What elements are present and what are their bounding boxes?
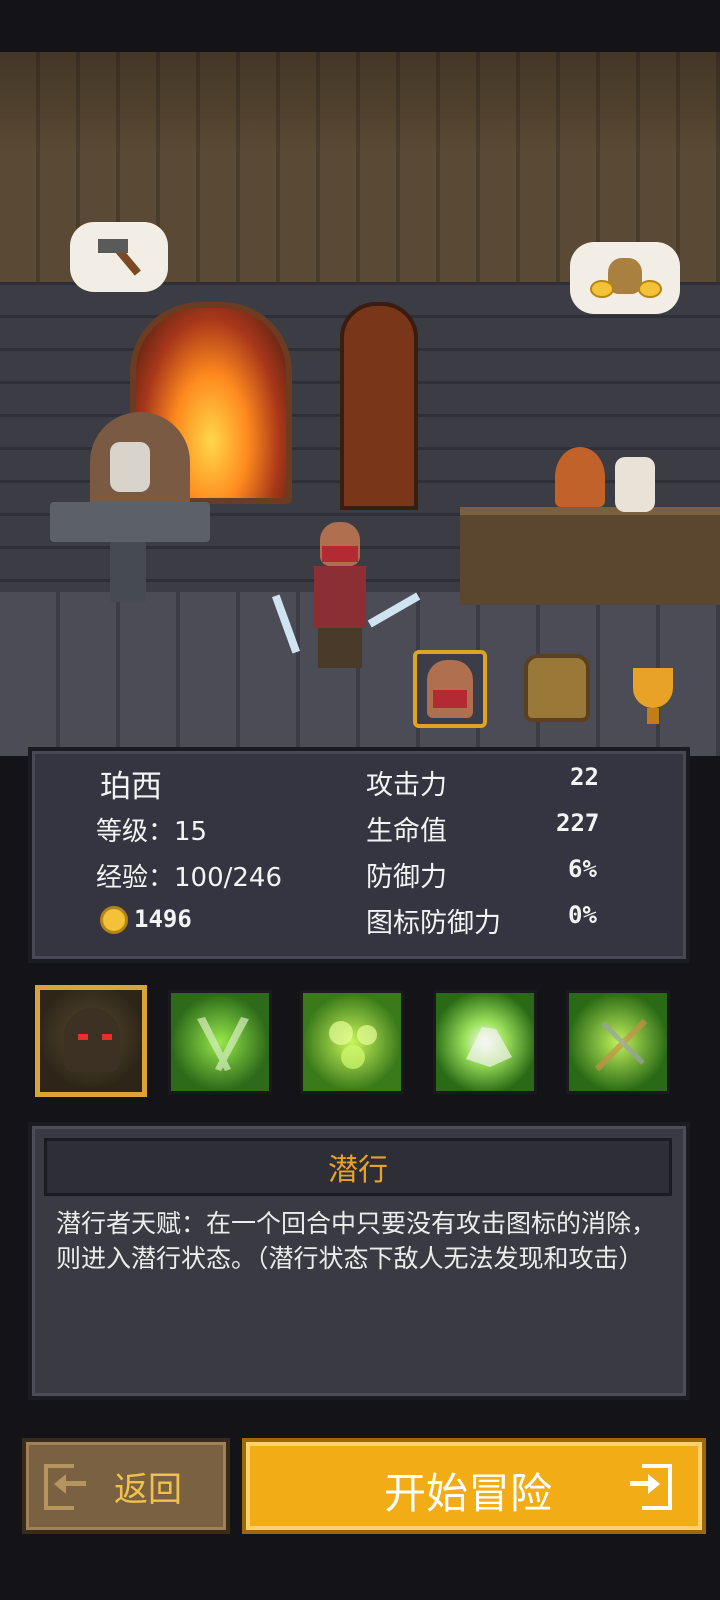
back-button-label: 返回 [114, 1470, 182, 1510]
hero-mask [322, 546, 358, 562]
back-button[interactable]: 返回 [22, 1438, 230, 1534]
tab-character[interactable] [413, 650, 487, 728]
shop-bubble[interactable] [570, 242, 680, 314]
trophy-icon [633, 668, 673, 724]
anvil-leg [110, 542, 146, 602]
gold-coin-icon [100, 906, 128, 934]
tab-trophy[interactable] [618, 650, 688, 726]
crossed-blades-icon [197, 1017, 249, 1071]
skill-title-bar: 潜行 [44, 1138, 672, 1196]
shop-counter [460, 507, 720, 605]
start-button-label: 开始冒险 [384, 1469, 553, 1518]
town-scene [0, 52, 720, 756]
skill-rock[interactable] [433, 990, 537, 1094]
stat-label: 防御力 [366, 862, 447, 893]
white-rock-icon [466, 1027, 512, 1067]
crossbow-icon [594, 1018, 648, 1072]
blacksmith-beard [110, 442, 150, 492]
character-portrait-icon [427, 660, 473, 718]
gold-amount: 1496 [134, 905, 192, 933]
character-name: 珀西 [100, 769, 162, 805]
hammer-icon [94, 237, 144, 277]
hooded-figure-icon [64, 1008, 120, 1072]
stat-value: 22 [570, 763, 599, 791]
hero-legs [318, 628, 362, 668]
skill-clouds[interactable] [300, 990, 404, 1094]
character-stats-panel: 珀西 等级：15 经验：100/246 1496 攻击力 22 生命值 227 … [28, 747, 690, 963]
exp-label: 经验：100/246 [96, 863, 283, 893]
stat-label: 生命值 [366, 816, 447, 847]
level-label: 等级：15 [96, 817, 208, 847]
skill-title: 潜行 [328, 1153, 388, 1188]
skill-description: 潜行者天赋：在一个回合中只要没有攻击图标的消除，则进入潜行状态。（潜行状态下敌人… [56, 1209, 657, 1273]
hero-select-screen: 珀西 等级：15 经验：100/246 1496 攻击力 22 生命值 227 … [0, 0, 720, 1600]
stat-label: 图标防御力 [366, 908, 501, 939]
door [340, 302, 418, 510]
back-arrow-icon [44, 1464, 86, 1510]
tab-backpack[interactable] [522, 650, 592, 726]
exit-arrow-icon [630, 1464, 672, 1510]
red-eye [102, 1034, 112, 1040]
anvil [50, 502, 210, 542]
red-eye [78, 1034, 88, 1040]
gold-bag-icon [590, 258, 662, 298]
green-clouds-icon [329, 1021, 377, 1069]
skill-description-panel: 潜行 潜行者天赋：在一个回合中只要没有攻击图标的消除，则进入潜行状态。（潜行状态… [28, 1122, 690, 1400]
skill-stealth[interactable] [35, 985, 147, 1097]
stat-value: 0% [568, 901, 597, 929]
skill-blades[interactable] [168, 990, 272, 1094]
stat-value: 227 [556, 809, 600, 837]
hero-body [314, 566, 366, 628]
cat-npc [615, 457, 655, 512]
start-adventure-button[interactable]: 开始冒险 [242, 1438, 706, 1534]
blacksmith-bubble[interactable] [70, 222, 168, 292]
backpack-icon [524, 654, 590, 722]
skill-crossbow[interactable] [566, 990, 670, 1094]
hero-character [271, 522, 421, 672]
stat-value: 6% [568, 855, 597, 883]
shopkeeper-npc[interactable] [555, 447, 605, 507]
stat-label: 攻击力 [366, 770, 447, 801]
